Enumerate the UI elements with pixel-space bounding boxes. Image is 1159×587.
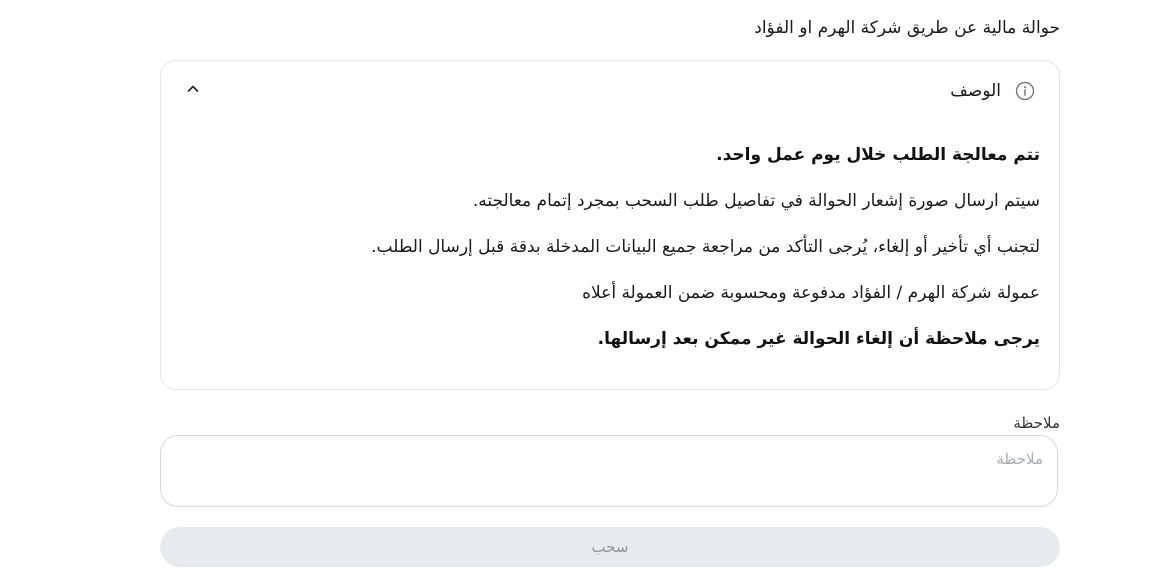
page-heading: حوالة مالية عن طريق شركة الهرم او الفؤاد (754, 18, 1060, 38)
info-icon (1015, 81, 1035, 101)
description-line-verify-data: لتجنب أي تأخير أو إلغاء، يُرجى التأكد من… (371, 237, 1040, 257)
chevron-up-icon[interactable] (183, 79, 203, 99)
description-line-notification: سيتم ارسال صورة إشعار الحوالة في تفاصيل … (472, 191, 1040, 211)
description-card-title: الوصف (950, 81, 1001, 101)
description-line-commission: عمولة شركة الهرم / الفؤاد مدفوعة ومحسوبة… (582, 283, 1040, 303)
description-card: الوصف تتم معالجة الطلب خلال يوم عمل واحد… (160, 60, 1060, 390)
description-card-header[interactable]: الوصف (950, 79, 1035, 103)
withdraw-button[interactable]: سحب (160, 527, 1060, 567)
note-input[interactable] (160, 435, 1058, 507)
note-label: ملاحظة (1013, 414, 1060, 432)
description-line-cancellation-warning: يرجى ملاحظة أن إلغاء الحوالة غير ممكن بع… (597, 329, 1040, 349)
description-line-processing-time: تتم معالجة الطلب خلال يوم عمل واحد. (716, 145, 1040, 165)
